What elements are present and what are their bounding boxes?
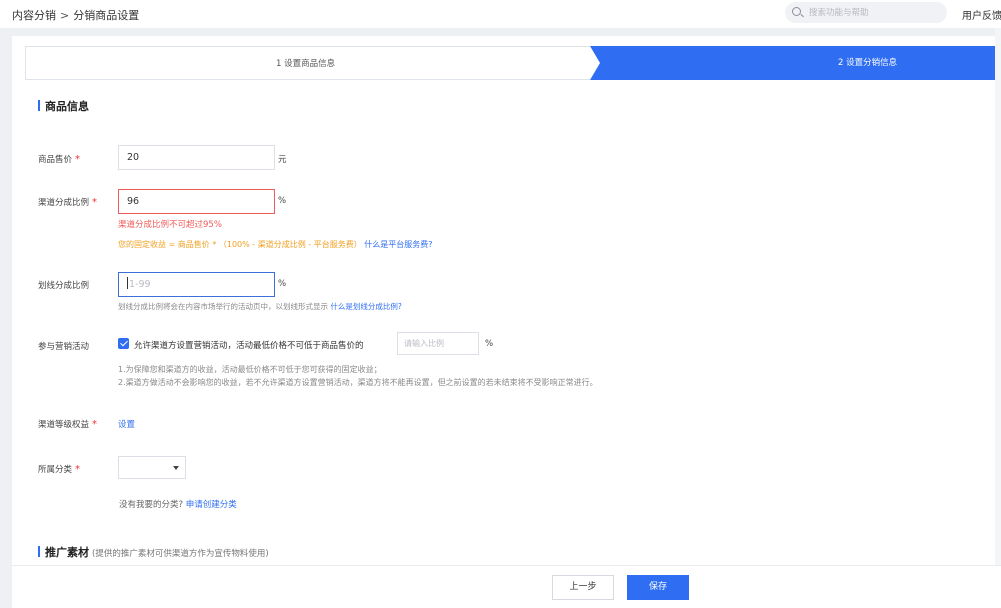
- price-value: 20: [127, 152, 140, 163]
- price-label: 商品售价 *: [38, 153, 80, 165]
- required-mark: *: [92, 197, 98, 208]
- section-title-product: 商品信息: [38, 98, 89, 114]
- marketing-ratio-unit: %: [485, 339, 494, 349]
- strike-ratio-unit: %: [278, 279, 287, 289]
- required-mark: *: [75, 154, 81, 165]
- channel-level-setting-link[interactable]: 设置: [118, 418, 135, 430]
- marketing-note-2: 2.渠道方做活动不会影响您的收益，若不允许渠道方设置营销活动，渠道方将不能再设置…: [118, 378, 598, 387]
- price-label-text: 商品售价: [38, 155, 73, 165]
- feedback-link[interactable]: 用户反馈: [962, 7, 1001, 22]
- category-missing-text: 没有我要的分类?: [119, 500, 184, 510]
- channel-ratio-unit: %: [278, 196, 287, 206]
- text-caret: [127, 277, 128, 289]
- platform-fee-link[interactable]: 什么是平台服务费?: [364, 240, 432, 249]
- section-marker: [38, 546, 40, 557]
- channel-level-label-text: 渠道等级权益: [38, 420, 90, 430]
- main-card: 1 设置商品信息 2 设置分销信息 商品信息 商品售价 * 20 元 渠道分成比例…: [12, 36, 1001, 608]
- required-mark: *: [75, 464, 81, 475]
- category-label: 所属分类 *: [38, 463, 80, 475]
- section-title-promo: 推广素材 (提供的推广素材可供渠道方作为宣传物料使用): [38, 544, 269, 560]
- channel-ratio-input[interactable]: 96: [118, 189, 275, 214]
- section-title-product-text: 商品信息: [45, 100, 89, 113]
- category-label-text: 所属分类: [38, 465, 73, 475]
- strike-ratio-hint-text: 划线分成比例将会在内容市场举行的活动页中，以划线形式显示: [118, 302, 328, 311]
- footer-bar: 上一步 保存: [12, 565, 1001, 608]
- search-icon: [792, 7, 801, 16]
- channel-ratio-error: 渠道分成比例不可超过95%: [118, 220, 222, 230]
- breadcrumb: 内容分销 > 分销商品设置: [12, 7, 139, 23]
- prev-step-button[interactable]: 上一步: [552, 575, 614, 600]
- top-bar: 内容分销 >分销商品设置 用户反馈: [0, 0, 1001, 28]
- search-input[interactable]: [809, 5, 939, 20]
- step-2-active: 2 设置分销信息: [590, 46, 1001, 80]
- channel-ratio-label-text: 渠道分成比例: [38, 198, 90, 208]
- strike-ratio-placeholder: 1-99: [129, 279, 151, 290]
- breadcrumb-current: 分销商品设置: [73, 9, 140, 22]
- marketing-ratio-input[interactable]: 请输入比例: [397, 332, 479, 355]
- marketing-note-1: 1.为保障您和渠道方的收益，活动最低价格不可低于您可获得的固定收益；: [118, 365, 382, 374]
- category-select[interactable]: [118, 456, 186, 479]
- marketing-ratio-placeholder: 请输入比例: [404, 339, 444, 348]
- section-title-promo-note: (提供的推广素材可供渠道方作为宣传物料使用): [92, 549, 269, 559]
- scrollbar[interactable]: [995, 28, 1001, 608]
- step-2-label: 2 设置分销信息: [838, 58, 898, 68]
- breadcrumb-separator: >: [60, 9, 70, 22]
- breadcrumb-root[interactable]: 内容分销: [12, 9, 56, 22]
- marketing-checkbox-label[interactable]: 允许渠道方设置营销活动，活动最低价格不可低于商品售价的: [134, 339, 364, 351]
- required-mark: *: [92, 419, 98, 430]
- marketing-label: 参与营销活动: [38, 342, 90, 352]
- strike-ratio-help-link[interactable]: 什么是划线分成比例?: [330, 302, 401, 311]
- channel-ratio-label: 渠道分成比例 *: [38, 196, 97, 208]
- save-button[interactable]: 保存: [627, 575, 689, 600]
- marketing-checkbox[interactable]: [118, 338, 129, 349]
- search-box[interactable]: [785, 2, 947, 23]
- category-missing: 没有我要的分类? 申请创建分类: [119, 498, 237, 510]
- section-title-promo-text: 推广素材: [45, 546, 89, 559]
- chevron-down-icon: [173, 466, 179, 470]
- create-category-link[interactable]: 申请创建分类: [186, 500, 237, 510]
- channel-level-label: 渠道等级权益 *: [38, 418, 97, 430]
- step-1: 1 设置商品信息: [25, 46, 590, 80]
- strike-ratio-hint: 划线分成比例将会在内容市场举行的活动页中，以划线形式显示 什么是划线分成比例?: [118, 301, 402, 312]
- strike-ratio-label: 划线分成比例: [38, 281, 90, 291]
- step-1-label: 1 设置商品信息: [276, 59, 336, 69]
- price-unit: 元: [278, 155, 287, 165]
- strike-ratio-input[interactable]: 1-99: [118, 272, 275, 297]
- income-formula-text: 您的固定收益 = 商品售价 * （100% - 渠道分成比例 - 平台服务费）: [118, 240, 362, 249]
- section-marker: [38, 100, 40, 111]
- steps-bar: 1 设置商品信息 2 设置分销信息: [25, 46, 1001, 80]
- income-formula: 您的固定收益 = 商品售价 * （100% - 渠道分成比例 - 平台服务费） …: [118, 239, 433, 250]
- channel-ratio-value: 96: [127, 196, 140, 207]
- price-input[interactable]: 20: [118, 145, 275, 170]
